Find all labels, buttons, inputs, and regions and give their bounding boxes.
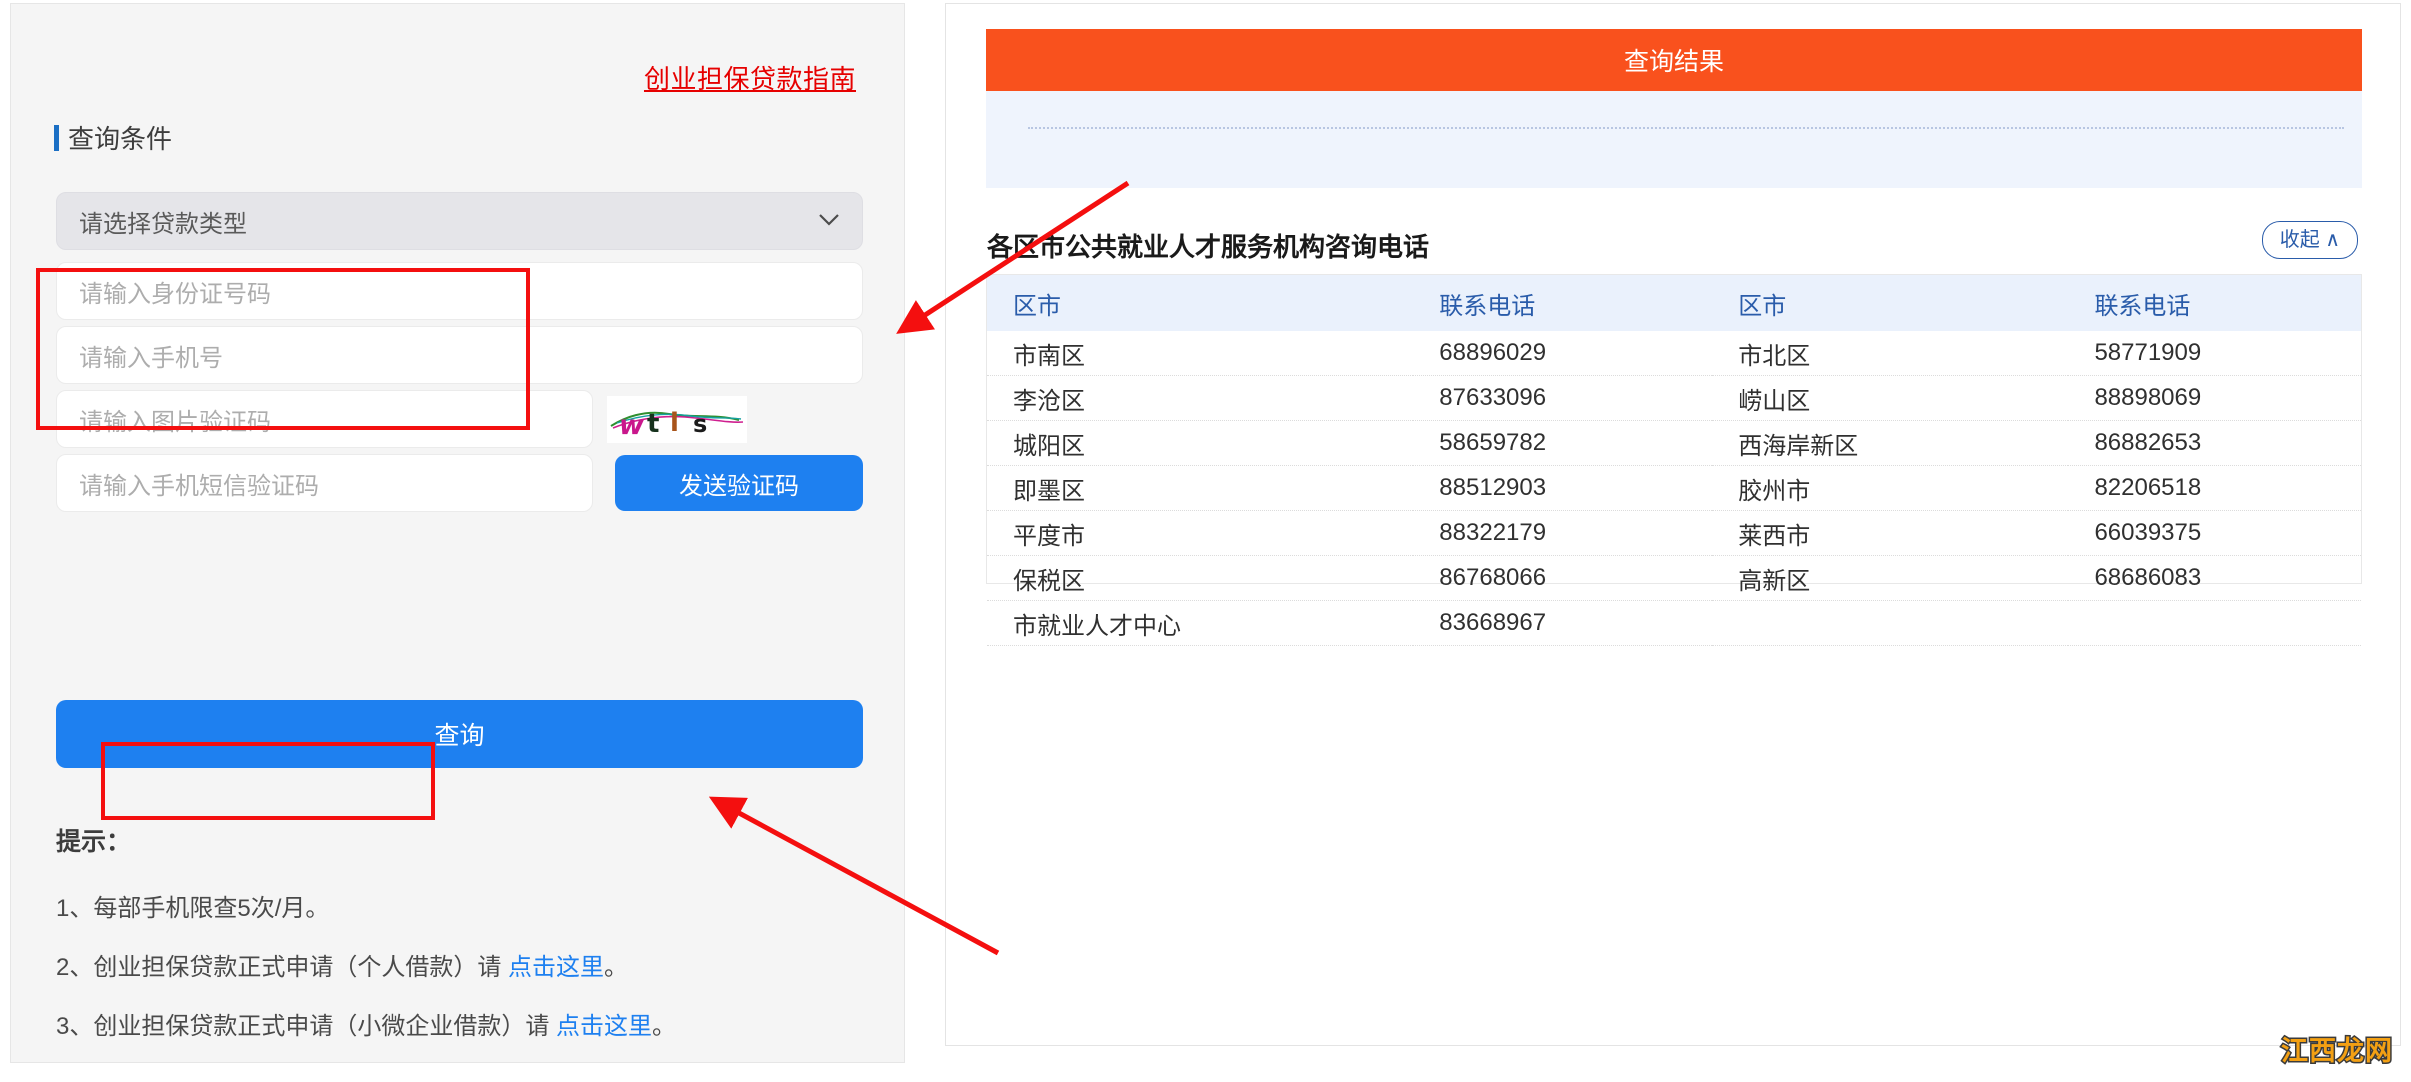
- chevron-down-icon: [818, 212, 840, 231]
- id-number-input[interactable]: 请输入身份证号码: [56, 262, 863, 320]
- cell-phone: 86882653: [2068, 420, 2361, 466]
- cell-district: 高新区: [1712, 555, 2069, 601]
- svg-text:w: w: [619, 410, 645, 441]
- query-button[interactable]: 查询: [56, 700, 863, 768]
- tip-item: 3、创业担保贷款正式申请（小微企业借款）请 点击这里。: [56, 1006, 876, 1041]
- sms-code-row: 请输入手机短信验证码 发送验证码: [56, 454, 863, 512]
- loan-guide-link[interactable]: 创业担保贷款指南: [644, 64, 856, 94]
- table-header-row: 区市 联系电话 区市 联系电话: [987, 275, 2361, 331]
- svg-text:s: s: [693, 410, 707, 438]
- page-root: 创业担保贷款指南 查询条件 请选择贷款类型 请输入身份证号码 请输入手机号 请输…: [0, 0, 2411, 1082]
- cell-district: 西海岸新区: [1712, 420, 2069, 466]
- query-result-body: [986, 91, 2362, 155]
- cell-district: 市南区: [987, 331, 1414, 376]
- cell-district: 城阳区: [987, 420, 1414, 466]
- title-accent-bar: [54, 124, 59, 151]
- tips-heading: 提示：: [56, 828, 132, 856]
- watermark: 江西龙网: [2280, 1035, 2394, 1069]
- phone-number-input[interactable]: 请输入手机号: [56, 326, 863, 384]
- query-conditions-panel: 创业担保贷款指南 查询条件 请选择贷款类型 请输入身份证号码 请输入手机号 请输…: [10, 3, 905, 1063]
- result-panel: 查询结果 各区市公共就业人才服务机构咨询电话 收起 ∧ 区市 联系电话 区市 联…: [945, 3, 2401, 1046]
- tip-suffix: 。: [652, 1013, 677, 1040]
- cell-district: 李沧区: [987, 375, 1414, 421]
- table-row: 保税区 86768066 高新区 68686083: [987, 555, 2361, 601]
- cell-phone: 68896029: [1413, 331, 1713, 376]
- tip-link-personal[interactable]: 点击这里: [508, 954, 604, 981]
- image-captcha-row: 请输入图片验证码 w t l s: [56, 390, 863, 448]
- section-title-text: 查询条件: [68, 124, 173, 154]
- captcha-image[interactable]: w t l s: [607, 395, 747, 443]
- cell-phone: 82206518: [2068, 465, 2361, 511]
- loan-type-select-value: 请选择贷款类型: [79, 210, 247, 238]
- guide-link-row: 创业担保贷款指南: [644, 59, 856, 96]
- cell-phone: 83668967: [1413, 600, 1713, 646]
- tip-link-enterprise[interactable]: 点击这里: [556, 1013, 652, 1040]
- page-title: 查询条件: [54, 119, 172, 156]
- cell-district: 即墨区: [987, 465, 1414, 511]
- service-phone-table: 区市 联系电话 区市 联系电话 市南区 68896029 市北区 5877190…: [987, 275, 2361, 646]
- cell-phone: 87633096: [1413, 375, 1713, 421]
- table-row: 市南区 68896029 市北区 58771909: [987, 331, 2361, 376]
- service-phone-table-title: 各区市公共就业人才服务机构咨询电话: [987, 232, 1430, 262]
- column-header-district-2: 区市: [1712, 275, 2069, 331]
- send-code-button[interactable]: 发送验证码: [615, 455, 863, 511]
- cell-district: 崂山区: [1712, 375, 2069, 421]
- column-header-phone-2: 联系电话: [2068, 275, 2361, 331]
- cell-district: 保税区: [987, 555, 1414, 601]
- cell-phone: 86768066: [1413, 555, 1713, 601]
- query-result-body-lower: [986, 155, 2362, 188]
- result-divider: [1028, 127, 2344, 129]
- id-number-placeholder: 请输入身份证号码: [79, 280, 271, 308]
- cell-phone: 88322179: [1413, 510, 1713, 556]
- cell-district: 平度市: [987, 510, 1414, 556]
- sms-code-input[interactable]: 请输入手机短信验证码: [56, 454, 593, 512]
- tip-suffix: 。: [604, 954, 629, 981]
- image-captcha-placeholder: 请输入图片验证码: [79, 408, 271, 436]
- tips-section: 提示： 1、每部手机限查5次/月。 2、创业担保贷款正式申请（个人借款）请 点击…: [56, 822, 876, 1065]
- cell-district: 莱西市: [1712, 510, 2069, 556]
- cell-phone: 66039375: [2068, 510, 2361, 556]
- cell-phone: 58771909: [2068, 331, 2361, 376]
- cell-district: 市就业人才中心: [987, 600, 1414, 646]
- image-captcha-input[interactable]: 请输入图片验证码: [56, 390, 593, 448]
- table-row: 即墨区 88512903 胶州市 82206518: [987, 465, 2361, 511]
- tip-item: 2、创业担保贷款正式申请（个人借款）请 点击这里。: [56, 947, 876, 982]
- table-row: 李沧区 87633096 崂山区 88898069: [987, 375, 2361, 421]
- sms-code-placeholder: 请输入手机短信验证码: [79, 472, 319, 500]
- phone-number-placeholder: 请输入手机号: [79, 344, 223, 372]
- tip-text: 2、创业担保贷款正式申请（个人借款）请: [56, 954, 509, 981]
- loan-type-select[interactable]: 请选择贷款类型: [56, 192, 863, 250]
- tip-item: 1、每部手机限查5次/月。: [56, 888, 876, 923]
- column-header-district-1: 区市: [987, 275, 1414, 331]
- cell-district: [1712, 600, 2069, 646]
- cell-district: 市北区: [1712, 331, 2069, 376]
- svg-text:l: l: [670, 408, 679, 438]
- service-phone-table-card: 各区市公共就业人才服务机构咨询电话 收起 ∧ 区市 联系电话 区市 联系电话 市…: [986, 221, 2362, 646]
- table-row: 城阳区 58659782 西海岸新区 86882653: [987, 420, 2361, 466]
- collapse-button[interactable]: 收起 ∧: [2261, 221, 2358, 259]
- cell-phone: [2068, 600, 2361, 646]
- cell-phone: 88898069: [2068, 375, 2361, 421]
- column-header-phone-1: 联系电话: [1413, 275, 1713, 331]
- cell-phone: 88512903: [1413, 465, 1713, 511]
- query-form: 请选择贷款类型 请输入身份证号码 请输入手机号 请输入图片验证码 w t l s…: [56, 192, 863, 518]
- table-row: 平度市 88322179 莱西市 66039375: [987, 510, 2361, 556]
- cell-phone: 68686083: [2068, 555, 2361, 601]
- tip-text: 3、创业担保贷款正式申请（小微企业借款）请: [56, 1013, 557, 1040]
- query-result-card: 查询结果: [986, 29, 2362, 188]
- cell-district: 胶州市: [1712, 465, 2069, 511]
- query-result-header: 查询结果: [986, 29, 2362, 91]
- cell-phone: 58659782: [1413, 420, 1713, 466]
- tip-text: 1、每部手机限查5次/月。: [56, 895, 330, 922]
- table-row: 市就业人才中心 83668967: [987, 600, 2361, 646]
- svg-text:t: t: [647, 409, 659, 439]
